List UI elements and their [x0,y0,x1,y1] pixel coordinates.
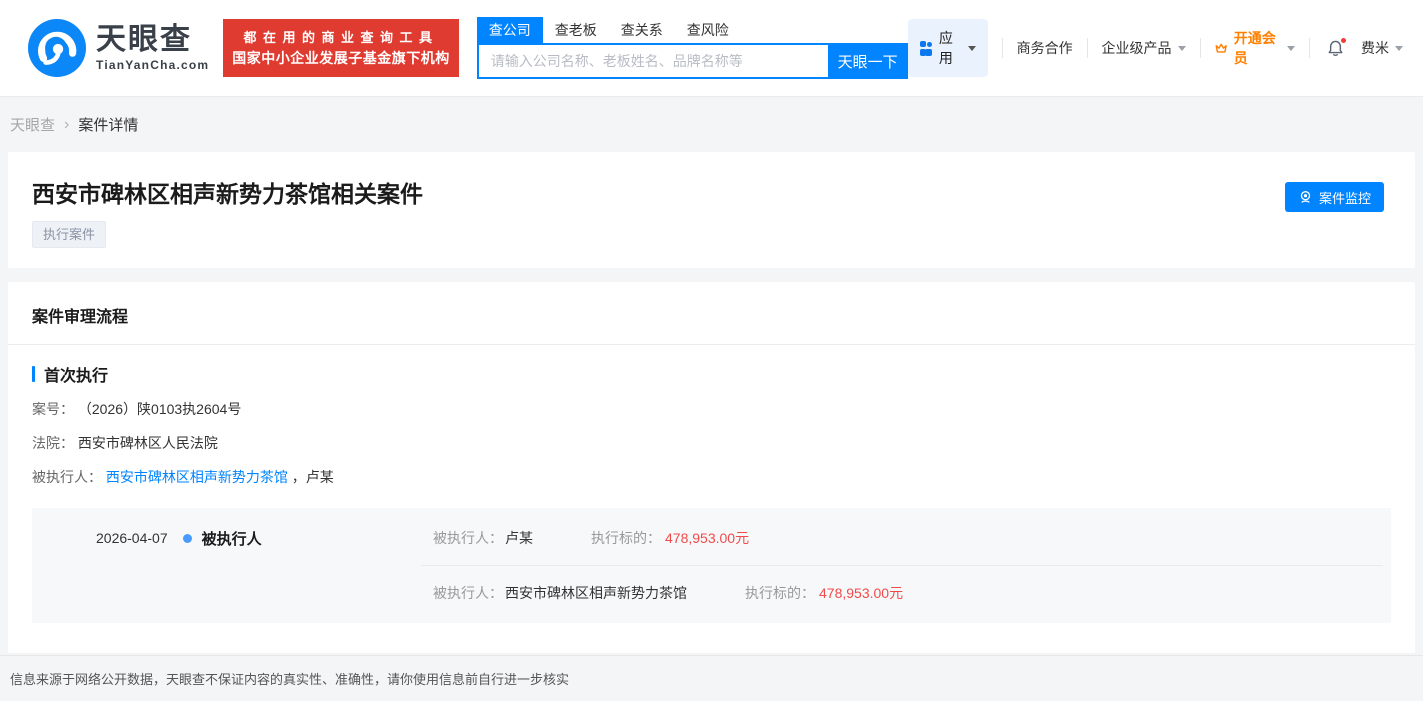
field-court: 法院： 西安市碑林区人民法院 [32,432,1391,454]
field-executee: 被执行人： 西安市碑林区相声新势力茶馆 ，卢某 [32,466,1391,488]
field-label: 法院： [32,435,74,451]
apps-menu[interactable]: 应用 [908,19,988,77]
field-value: （2026）陕0103执2604号 [78,401,241,417]
chevron-down-icon [1287,46,1295,51]
breadcrumb-current: 案件详情 [78,114,138,135]
timeline-date: 2026-04-07 [96,530,168,546]
detail-company-link[interactable]: 西安市碑林区相声新势力茶馆 [505,583,687,603]
apps-grid-icon [920,41,932,56]
timeline-node: 2026-04-07 被执行人 [32,524,433,552]
page-title: 西安市碑林区相声新势力茶馆相关案件 [32,179,1391,209]
breadcrumb-separator-icon: › [64,116,69,134]
user-name: 费米 [1361,38,1389,58]
amount-label: 执行标的： [591,528,661,548]
search-tab-company[interactable]: 查公司 [477,17,543,43]
timeline-detail-row: 被执行人： 西安市碑林区相声新势力茶馆 执行标的： 478,953.00元 [433,579,1391,607]
logo-text: 天眼查 TianYanCha.com [96,24,209,72]
detail-label: 被执行人： [433,583,503,603]
main-content: 西安市碑林区相声新势力茶馆相关案件 执行案件 案件监控 案件审理流程 首次执行 … [0,152,1423,653]
field-value: 西安市碑林区人民法院 [78,435,218,451]
user-menu[interactable]: 费米 [1361,38,1403,58]
detail-label: 被执行人： [433,528,503,548]
crown-icon [1214,40,1228,57]
nav-vip-upgrade[interactable]: 开通会员 [1214,28,1295,68]
execution-amount: 478,953.00元 [819,583,903,603]
timeline-entry: 2026-04-07 被执行人 被执行人： 卢某 执行标的： 478,953.0… [32,508,1391,623]
case-monitor-label: 案件监控 [1319,188,1371,207]
logo-domain: TianYanCha.com [96,58,209,72]
timeline-details: 被执行人： 卢某 执行标的： 478,953.00元 被执行人： 西安市碑林区相… [433,524,1391,607]
breadcrumb-home[interactable]: 天眼查 [10,114,55,135]
field-label: 案号： [32,401,74,417]
logo[interactable]: 天眼查 TianYanCha.com [28,19,209,77]
executee-company-link[interactable]: 西安市碑林区相声新势力茶馆 [106,469,288,485]
timeline-dot-icon [183,534,192,543]
notification-bell[interactable] [1326,39,1345,58]
section-title: 案件审理流程 [32,303,1391,327]
chevron-down-icon [1395,46,1403,51]
case-flow-card: 案件审理流程 首次执行 案号： （2026）陕0103执2604号 法院： 西安… [8,282,1415,653]
header-nav: 应用 商务合作 企业级产品 开通会员 费米 [908,19,1403,77]
case-header-card: 西安市碑林区相声新势力茶馆相关案件 执行案件 案件监控 [8,152,1415,268]
case-monitor-button[interactable]: 案件监控 [1285,182,1384,212]
apps-menu-label: 应用 [939,28,962,68]
chevron-down-icon [968,46,976,51]
nav-business-coop[interactable]: 商务合作 [1017,38,1073,58]
promo-banner-line1: 都在用的商业查询工具 [232,27,450,48]
detail-person: 卢某 [505,528,533,548]
disclaimer-text: 信息来源于网络公开数据，天眼查不保证内容的真实性、准确性，请你使用信息前自行进一… [10,672,569,687]
stage-title: 首次执行 [44,362,108,386]
nav-divider [1200,38,1201,58]
amount-label: 执行标的： [745,583,815,603]
row-divider [421,565,1383,566]
nav-divider [1087,38,1088,58]
search-row: 天眼一下 [477,43,908,79]
search-area: 查公司 查老板 查关系 查风险 天眼一下 [477,17,908,79]
case-type-tag: 执行案件 [32,221,106,248]
notification-dot [1340,37,1347,44]
stage-header: 首次执行 [32,362,1391,386]
promo-banner: 都在用的商业查询工具 国家中小企业发展子基金旗下机构 [223,19,459,77]
stage-accent-bar [32,366,35,382]
logo-title: 天眼查 [96,24,209,56]
search-input[interactable] [477,43,828,79]
case-fields: 案号： （2026）陕0103执2604号 法院： 西安市碑林区人民法院 被执行… [32,398,1391,488]
search-tab-boss[interactable]: 查老板 [543,17,609,43]
nav-enterprise-products[interactable]: 企业级产品 [1102,38,1186,58]
timeline-event-title: 被执行人 [202,528,262,549]
search-tab-risk[interactable]: 查风险 [675,17,741,43]
breadcrumb: 天眼查 › 案件详情 [0,97,1423,152]
field-case-number: 案号： （2026）陕0103执2604号 [32,398,1391,420]
tianyancha-logo-icon [28,19,86,77]
executee-person: ，卢某 [292,469,334,485]
timeline-detail-row: 被执行人： 卢某 执行标的： 478,953.00元 [433,524,1391,552]
chevron-down-icon [1178,46,1186,51]
nav-divider [1309,38,1310,58]
search-tab-relation[interactable]: 查关系 [609,17,675,43]
promo-banner-line2: 国家中小企业发展子基金旗下机构 [232,48,450,69]
search-tabs: 查公司 查老板 查关系 查风险 [477,17,908,43]
nav-vip-label: 开通会员 [1234,28,1281,68]
field-label: 被执行人： [32,469,102,485]
nav-enterprise-label: 企业级产品 [1102,38,1172,58]
nav-divider [1002,38,1003,58]
execution-amount: 478,953.00元 [665,528,749,548]
top-header: 天眼查 TianYanCha.com 都在用的商业查询工具 国家中小企业发展子基… [0,0,1423,97]
footer-disclaimer: 信息来源于网络公开数据，天眼查不保证内容的真实性、准确性，请你使用信息前自行进一… [0,655,1423,701]
flow-card-header: 案件审理流程 [8,282,1415,345]
search-button[interactable]: 天眼一下 [828,43,908,79]
monitor-camera-icon [1298,189,1313,205]
